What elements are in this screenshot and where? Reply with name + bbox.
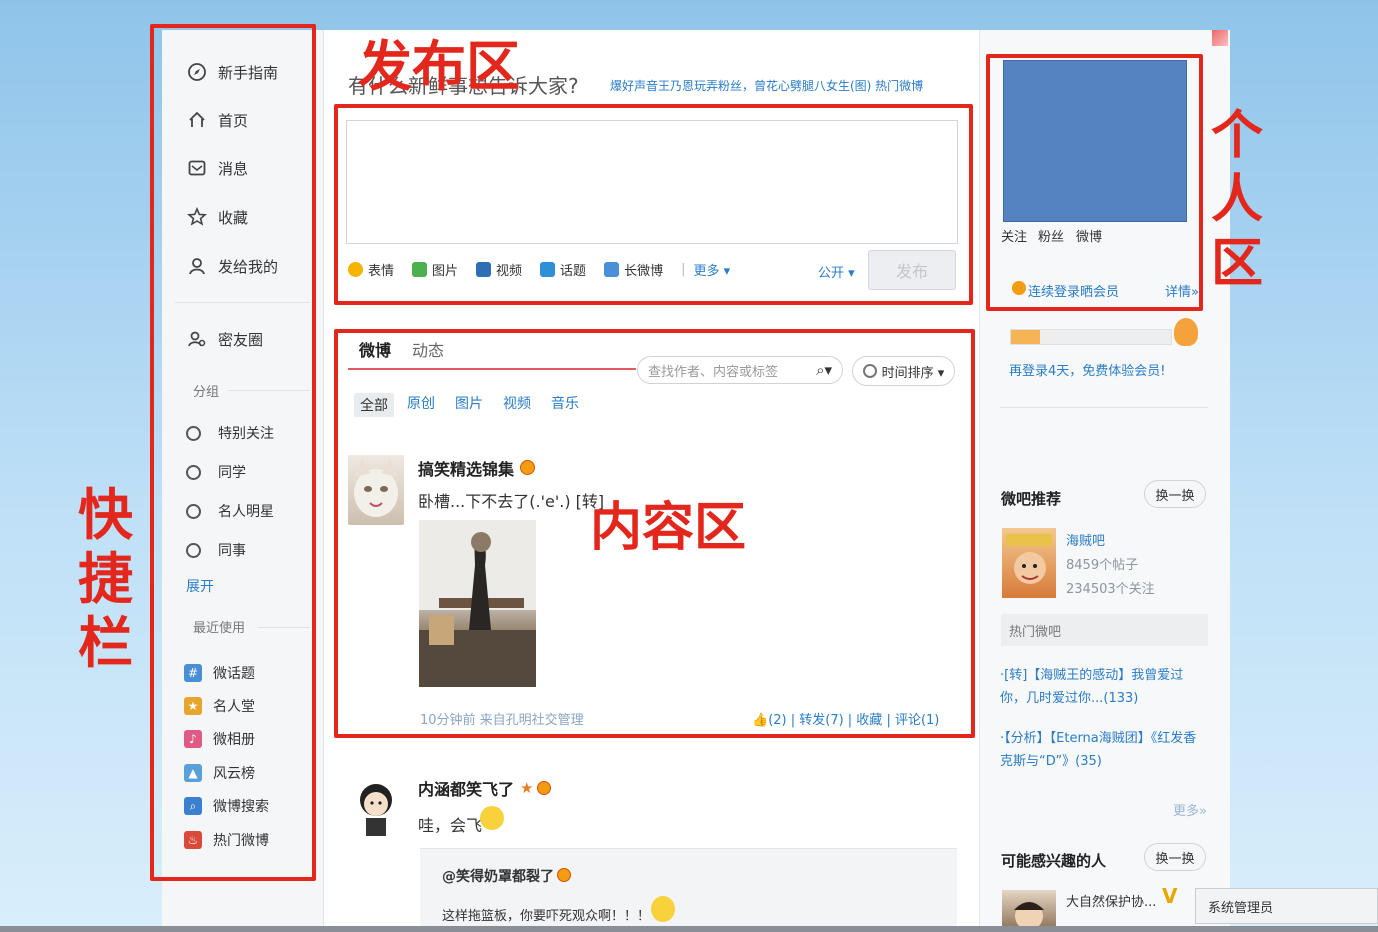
mascot-icon <box>1174 318 1198 346</box>
quote-text: 这样拖篮板，你要吓死观众啊！！！ <box>442 909 651 924</box>
post-author[interactable]: 内涵都笑飞了 <box>418 776 514 800</box>
annotation-char: 捷 <box>78 547 134 611</box>
star-badge-icon: ★ <box>520 779 534 797</box>
publish-box <box>334 104 973 305</box>
hot-tieba-item[interactable]: ·[转]【海贼王的感动】我曾爱过你，几时爱过你...(133) <box>1000 664 1205 710</box>
avatar[interactable] <box>348 774 404 840</box>
emoji-icon <box>480 806 504 830</box>
annotation-char: 个 <box>1211 106 1264 166</box>
swap-button[interactable]: 换一换 <box>1144 480 1206 508</box>
annotation-char: 栏 <box>78 611 134 675</box>
hot-tieba-title: 热门微吧 <box>1009 625 1062 640</box>
tieba-follow: 234503个关注 <box>1066 582 1155 597</box>
quickbar-annotation: 快 捷 栏 <box>78 483 133 675</box>
more-link[interactable]: 更多» <box>1173 800 1207 819</box>
corner-ribbon-icon <box>1212 30 1228 46</box>
personal-box <box>986 54 1203 311</box>
system-admin-panel[interactable]: 系统管理员 <box>1195 888 1378 924</box>
content-annotation: 内容区 <box>590 498 747 558</box>
personal-annotation: 个 人 区 <box>1211 104 1263 296</box>
emoji-icon <box>651 896 675 922</box>
tieba-avatar[interactable] <box>1002 528 1056 598</box>
divider <box>1000 407 1208 408</box>
anime-face-icon <box>1006 534 1052 584</box>
tieba-name[interactable]: 海贼吧 <box>1066 530 1105 549</box>
tieba-posts: 8459个帖子 <box>1066 558 1139 573</box>
swap-button[interactable]: 换一换 <box>1144 843 1206 871</box>
bottom-bar <box>0 926 1378 932</box>
quickbar-box <box>150 24 316 881</box>
tieba-title: 微吧推荐 <box>1001 490 1062 508</box>
hot-topic-link[interactable]: 爆好声音王乃恩玩弄粉丝，曾花心劈腿八女生(图) 热门微博 <box>610 77 923 94</box>
badge-icon <box>537 781 551 795</box>
annotation-char: 快 <box>78 483 134 547</box>
annotation-char: 人 <box>1211 170 1264 230</box>
cartoon-avatar-icon <box>360 784 392 836</box>
progress-fill <box>1011 330 1040 344</box>
vip-badge: V <box>1162 884 1178 908</box>
person-name[interactable]: 大自然保护协... <box>1066 891 1156 910</box>
publish-annotation: 发布区 <box>358 35 520 98</box>
annotation-char: 区 <box>1211 234 1264 294</box>
login-progress <box>1010 329 1172 345</box>
login-tip[interactable]: 再登录4天，免费体验会员! <box>1009 360 1165 379</box>
hot-tieba-item[interactable]: ·【分析】【Eterna海贼团】《红发香克斯与“D”》(35) <box>1000 727 1205 773</box>
badge-icon <box>557 868 571 882</box>
interest-title: 可能感兴趣的人 <box>1001 852 1107 870</box>
quote-author[interactable]: @笑得奶罩都裂了 <box>442 866 554 886</box>
post-text: 哇，会飞 <box>418 816 483 835</box>
